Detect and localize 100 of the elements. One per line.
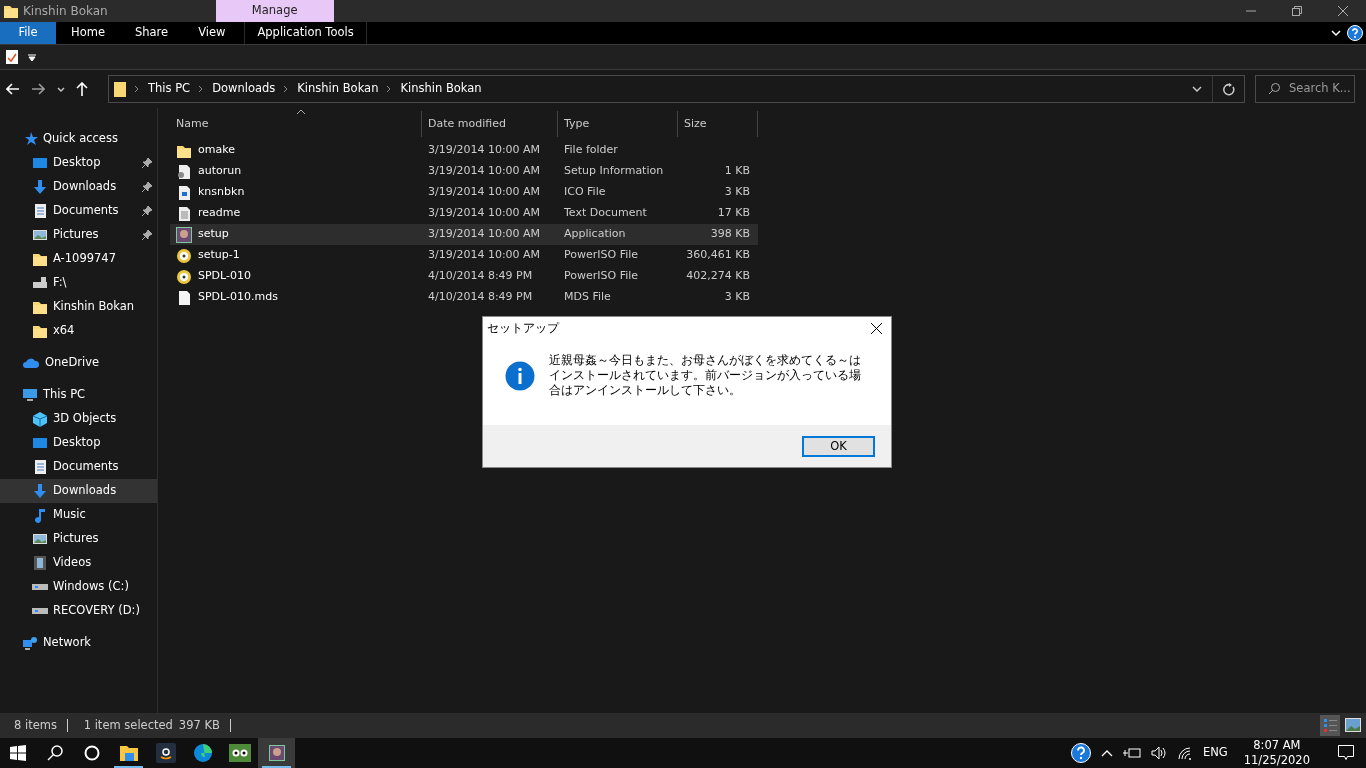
download-icon	[32, 483, 48, 499]
sidebar-item[interactable]: F:\	[0, 271, 157, 295]
properties-icon[interactable]	[6, 50, 18, 64]
table-cell-text: Setup Information	[563, 163, 665, 180]
sidebar-item[interactable]: Desktop	[0, 431, 157, 455]
ribbon-tab[interactable]: Home	[56, 22, 120, 44]
sidebar-item[interactable]: Quick access	[0, 127, 157, 151]
help-icon[interactable]	[1347, 25, 1364, 41]
pin-icon[interactable]	[142, 206, 152, 216]
sidebar-item[interactable]: This PC	[0, 383, 157, 407]
windows-logo-icon[interactable]	[10, 745, 26, 761]
up-arrow-icon[interactable]	[76, 82, 89, 96]
sidebar-item[interactable]: A-1099747	[0, 247, 157, 271]
chevron-right-icon	[198, 85, 205, 93]
chevron-down-icon[interactable]	[1192, 86, 1202, 92]
customize-toolbar-icon[interactable]	[28, 53, 36, 61]
search-field[interactable]: Search K...	[1255, 75, 1355, 103]
pin-icon[interactable]	[142, 230, 152, 240]
document-icon	[32, 203, 48, 219]
clock-date[interactable]: 11/25/2020	[1243, 753, 1310, 768]
table-cell: 1 KB	[724, 163, 750, 180]
help-icon[interactable]	[1070, 743, 1091, 763]
close-icon[interactable]	[871, 322, 882, 334]
sidebar-item[interactable]: RECOVERY (D:)	[0, 599, 157, 623]
table-cell-text: ICO File	[563, 184, 607, 201]
network-icon	[22, 635, 38, 651]
table-cell-text: 3/19/2014 10:00 AM	[427, 142, 542, 159]
sidebar-item[interactable]: Downloads	[0, 175, 157, 199]
breadcrumb-item[interactable]: Downloads	[210, 80, 278, 98]
sidebar-item[interactable]: Desktop	[0, 151, 157, 175]
column-header[interactable]: Type	[558, 111, 678, 137]
sidebar-item[interactable]: Pictures	[0, 223, 157, 247]
file-row[interactable]: setup-1 3/19/2014 10:00 AM PowerISO File 360,461 KB	[170, 245, 758, 266]
computer-icon	[22, 387, 38, 403]
sidebar-item[interactable]: Network	[0, 631, 157, 655]
sidebar-item[interactable]: Pictures	[0, 527, 157, 551]
language-indicator[interactable]: ENG	[1202, 744, 1228, 762]
file-menu-button[interactable]: File	[0, 22, 56, 44]
sidebar-item[interactable]: Windows (C:)	[0, 575, 157, 599]
circle-icon[interactable]	[83, 745, 100, 761]
notification-icon[interactable]	[1338, 745, 1354, 761]
sidebar-item[interactable]: Documents	[0, 199, 157, 223]
table-cell-text: Application	[563, 226, 627, 243]
ribbon-tab[interactable]: View	[183, 22, 241, 44]
wifi-icon[interactable]	[1176, 746, 1193, 760]
settings-file-icon	[176, 163, 192, 180]
file-row[interactable]: SPDL-010.mds 4/10/2014 8:49 PM MDS File 3 KB	[170, 287, 758, 308]
file-row[interactable]: autorun 3/19/2014 10:00 AM Setup Information 1 KB	[170, 161, 758, 182]
selection-count: 1 item selected	[83, 716, 173, 734]
forward-arrow-icon[interactable]	[31, 83, 46, 95]
large-icons-view-icon[interactable]	[1345, 718, 1362, 733]
music-note-icon	[32, 507, 48, 523]
sidebar-item[interactable]: Music	[0, 503, 157, 527]
sidebar-item[interactable]: OneDrive	[0, 351, 157, 375]
chevron-right-icon	[386, 85, 393, 93]
sidebar-item[interactable]: Videos	[0, 551, 157, 575]
owl-icon[interactable]	[228, 744, 251, 762]
folder-icon[interactable]	[118, 744, 139, 762]
chevron-down-icon[interactable]	[56, 86, 65, 92]
table-cell-text: 3/19/2014 10:00 AM	[427, 247, 542, 264]
image-file-icon	[176, 184, 192, 201]
item-count: 8 items	[14, 716, 57, 734]
battery-plug-icon[interactable]	[1122, 747, 1141, 759]
breadcrumb-item[interactable]: This PC	[146, 80, 193, 98]
pin-icon[interactable]	[142, 158, 152, 168]
sidebar-item[interactable]: x64	[0, 319, 157, 343]
breadcrumb-item[interactable]: Kinshin Bokan	[295, 80, 381, 98]
back-arrow-icon[interactable]	[5, 83, 20, 95]
file-row[interactable]: setup 3/19/2014 10:00 AM Application 398 KB	[170, 224, 758, 245]
column-header[interactable]: Size	[678, 111, 758, 137]
ribbon-tab[interactable]: Share	[119, 22, 184, 44]
folder-icon	[32, 299, 48, 315]
ribbon-tab[interactable]: Application Tools	[244, 22, 367, 44]
sidebar-item[interactable]: 3D Objects	[0, 407, 157, 431]
dialog-message: 近親母姦～今日もまた、お母さんがぼくを求めてくる～はインストールされています。前バージョンが入っている場合はアンインストールして下さい。	[549, 353, 862, 399]
breadcrumb-item[interactable]: Kinshin Bokan	[398, 80, 484, 98]
restore-icon[interactable]	[1292, 6, 1302, 16]
address-bar[interactable]: This PC Downloads Kinshin Bokan Kinshin Bokan	[108, 75, 1245, 103]
speaker-icon[interactable]	[1150, 746, 1167, 760]
sidebar-item[interactable]: Downloads	[0, 479, 157, 503]
refresh-icon[interactable]	[1222, 82, 1235, 96]
file-row[interactable]: knsnbkn 3/19/2014 10:00 AM ICO File 3 KB	[170, 182, 758, 203]
disc-icon	[176, 247, 192, 264]
column-header[interactable]: Name	[170, 111, 422, 137]
file-name: SPDL-010.mds	[198, 289, 278, 306]
sidebar-item[interactable]: Documents	[0, 455, 157, 479]
clock-time[interactable]: 8:07 AM	[1253, 738, 1301, 753]
chevron-up-icon[interactable]	[1100, 749, 1113, 757]
ok-button[interactable]: OK	[802, 435, 875, 457]
app-icon[interactable]	[268, 745, 285, 761]
cube-icon	[32, 411, 48, 427]
pin-icon[interactable]	[142, 182, 152, 192]
file-row[interactable]: omake 3/19/2014 10:00 AM File folder	[170, 140, 758, 161]
search-icon[interactable]	[46, 745, 63, 761]
sidebar-item[interactable]: Kinshin Bokan	[0, 295, 157, 319]
folder-icon	[114, 81, 128, 97]
file-row[interactable]: SPDL-010 4/10/2014 8:49 PM PowerISO File 402,274 KB	[170, 266, 758, 287]
close-icon[interactable]	[1338, 6, 1348, 16]
column-header[interactable]: Date modified	[422, 111, 558, 137]
file-row[interactable]: readme 3/19/2014 10:00 AM Text Document 17 KB	[170, 203, 758, 224]
